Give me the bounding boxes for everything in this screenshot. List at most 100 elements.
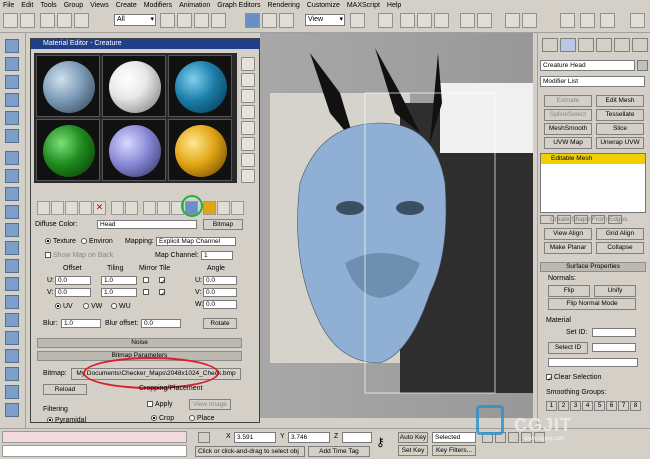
- percent-snap-icon[interactable]: [434, 13, 449, 28]
- tab-icon-14[interactable]: [5, 277, 19, 291]
- go-forward-icon[interactable]: [217, 201, 230, 215]
- backlight-icon[interactable]: [241, 73, 255, 87]
- assign-material-icon[interactable]: [65, 201, 78, 215]
- wu-radio[interactable]: WU: [111, 303, 131, 310]
- meshsmooth-button[interactable]: MeshSmooth: [544, 123, 592, 135]
- v-mirror-checkbox[interactable]: [143, 289, 151, 296]
- smoothing-group-2[interactable]: 2: [558, 401, 569, 411]
- smoothing-group-3[interactable]: 3: [570, 401, 581, 411]
- put-to-library-icon[interactable]: [125, 201, 138, 215]
- tab-icon-19[interactable]: [5, 367, 19, 381]
- reference-coord-dropdown[interactable]: View: [305, 14, 345, 26]
- tab-icon-20[interactable]: [5, 385, 19, 399]
- tab-icon-13[interactable]: [5, 259, 19, 273]
- video-color-check-icon[interactable]: [241, 121, 255, 135]
- select-by-material-icon[interactable]: [241, 169, 255, 183]
- set-id-field[interactable]: [592, 328, 636, 337]
- undo-icon[interactable]: [3, 13, 18, 28]
- object-name-field[interactable]: Creature Head: [540, 60, 635, 71]
- select-rotate-icon[interactable]: [262, 13, 277, 28]
- modify-tab-icon[interactable]: [560, 38, 576, 52]
- noise-rollout[interactable]: Noise: [37, 338, 242, 348]
- v-offset-field[interactable]: 0.0: [55, 288, 91, 297]
- u-mirror-checkbox[interactable]: [143, 277, 151, 284]
- show-map-on-back-checkbox[interactable]: Show Map on Back: [45, 252, 113, 259]
- tab-icon-4[interactable]: [5, 93, 19, 107]
- u-angle-field[interactable]: 0.0: [203, 276, 237, 285]
- u-tile-checkbox[interactable]: ✓: [159, 277, 167, 286]
- align-icon[interactable]: [477, 13, 492, 28]
- select-object-icon[interactable]: [160, 13, 175, 28]
- select-by-name-icon[interactable]: [177, 13, 192, 28]
- tab-icon-9[interactable]: [5, 187, 19, 201]
- flip-normal-mode-button[interactable]: Flip Normal Mode: [548, 298, 636, 310]
- options-icon[interactable]: [241, 153, 255, 167]
- render-scene-icon[interactable]: [560, 13, 575, 28]
- tab-icon-11[interactable]: [5, 223, 19, 237]
- menu-maxscript[interactable]: MAXScript: [347, 2, 380, 9]
- material-id-channel-icon[interactable]: [143, 201, 156, 215]
- menu-group[interactable]: Group: [64, 2, 83, 9]
- menu-file[interactable]: File: [3, 2, 14, 9]
- key-filters-button[interactable]: Key Filters...: [432, 445, 476, 456]
- manipulate-icon[interactable]: [378, 13, 393, 28]
- tab-icon-15[interactable]: [5, 295, 19, 309]
- w-angle-field[interactable]: 0.0: [203, 300, 237, 309]
- tab-icon-5[interactable]: [5, 111, 19, 125]
- auto-key-button[interactable]: Auto Key: [398, 432, 428, 443]
- view-align-button[interactable]: View Align: [544, 228, 592, 240]
- quick-render-icon[interactable]: [580, 13, 595, 28]
- select-scale-icon[interactable]: [279, 13, 294, 28]
- uv-radio[interactable]: UV: [55, 303, 73, 310]
- slice-button[interactable]: Slice: [596, 123, 644, 135]
- unlink-icon[interactable]: [57, 13, 72, 28]
- tab-icon-16[interactable]: [5, 313, 19, 327]
- v-tile-checkbox[interactable]: ✓: [159, 289, 167, 298]
- tab-icon-12[interactable]: [5, 241, 19, 255]
- smoothing-group-5[interactable]: 5: [594, 401, 605, 411]
- bind-space-warp-icon[interactable]: [74, 13, 89, 28]
- tab-icon-7[interactable]: [5, 151, 19, 165]
- lock-selection-icon[interactable]: [198, 432, 210, 443]
- render-last-icon[interactable]: [630, 13, 645, 28]
- region-select-icon[interactable]: [194, 13, 209, 28]
- sample-slot-6[interactable]: [168, 119, 232, 181]
- material-name-dropdown[interactable]: [548, 358, 638, 367]
- select-link-icon[interactable]: [40, 13, 55, 28]
- grid-align-button[interactable]: Grid Align: [596, 228, 644, 240]
- clear-selection-checkbox[interactable]: ✓Clear Selection: [546, 374, 601, 383]
- display-tab-icon[interactable]: [614, 38, 630, 52]
- delete-icon[interactable]: ✕: [93, 201, 106, 215]
- place-radio[interactable]: Place: [189, 415, 215, 422]
- flip-button[interactable]: Flip: [548, 285, 590, 297]
- smoothing-group-7[interactable]: 7: [618, 401, 629, 411]
- pyramidal-radio[interactable]: Pyramidal: [47, 417, 86, 424]
- apply-checkbox[interactable]: Apply: [147, 401, 173, 408]
- sample-slot-2[interactable]: [102, 55, 166, 117]
- map-channel-field[interactable]: 1: [201, 251, 233, 260]
- mirror-icon[interactable]: [460, 13, 475, 28]
- selection-filter-dropdown[interactable]: All: [114, 14, 156, 26]
- rotate-button[interactable]: Rotate: [203, 318, 237, 329]
- sample-slot-1[interactable]: [36, 55, 100, 117]
- smoothing-group-6[interactable]: 6: [606, 401, 617, 411]
- angle-snap-icon[interactable]: [417, 13, 432, 28]
- blur-field[interactable]: 1.0: [61, 319, 101, 328]
- edit-mesh-button[interactable]: Edit Mesh: [596, 95, 644, 107]
- smoothing-group-4[interactable]: 4: [582, 401, 593, 411]
- curve-editor-icon[interactable]: [505, 13, 520, 28]
- menu-customize[interactable]: Customize: [307, 2, 340, 9]
- menu-edit[interactable]: Edit: [21, 2, 33, 9]
- render-type-icon[interactable]: [600, 13, 615, 28]
- background-icon[interactable]: [241, 89, 255, 103]
- blur-offset-field[interactable]: 0.0: [141, 319, 181, 328]
- go-to-parent-icon[interactable]: [203, 201, 216, 215]
- make-unique-icon[interactable]: [111, 201, 124, 215]
- material-map-navigator-icon[interactable]: [231, 201, 244, 215]
- make-preview-icon[interactable]: [241, 137, 255, 151]
- key-selection-dropdown[interactable]: Selected: [432, 432, 476, 443]
- put-to-scene-icon[interactable]: [51, 201, 64, 215]
- menu-rendering[interactable]: Rendering: [267, 2, 299, 9]
- menu-create[interactable]: Create: [116, 2, 137, 9]
- redo-icon[interactable]: [20, 13, 35, 28]
